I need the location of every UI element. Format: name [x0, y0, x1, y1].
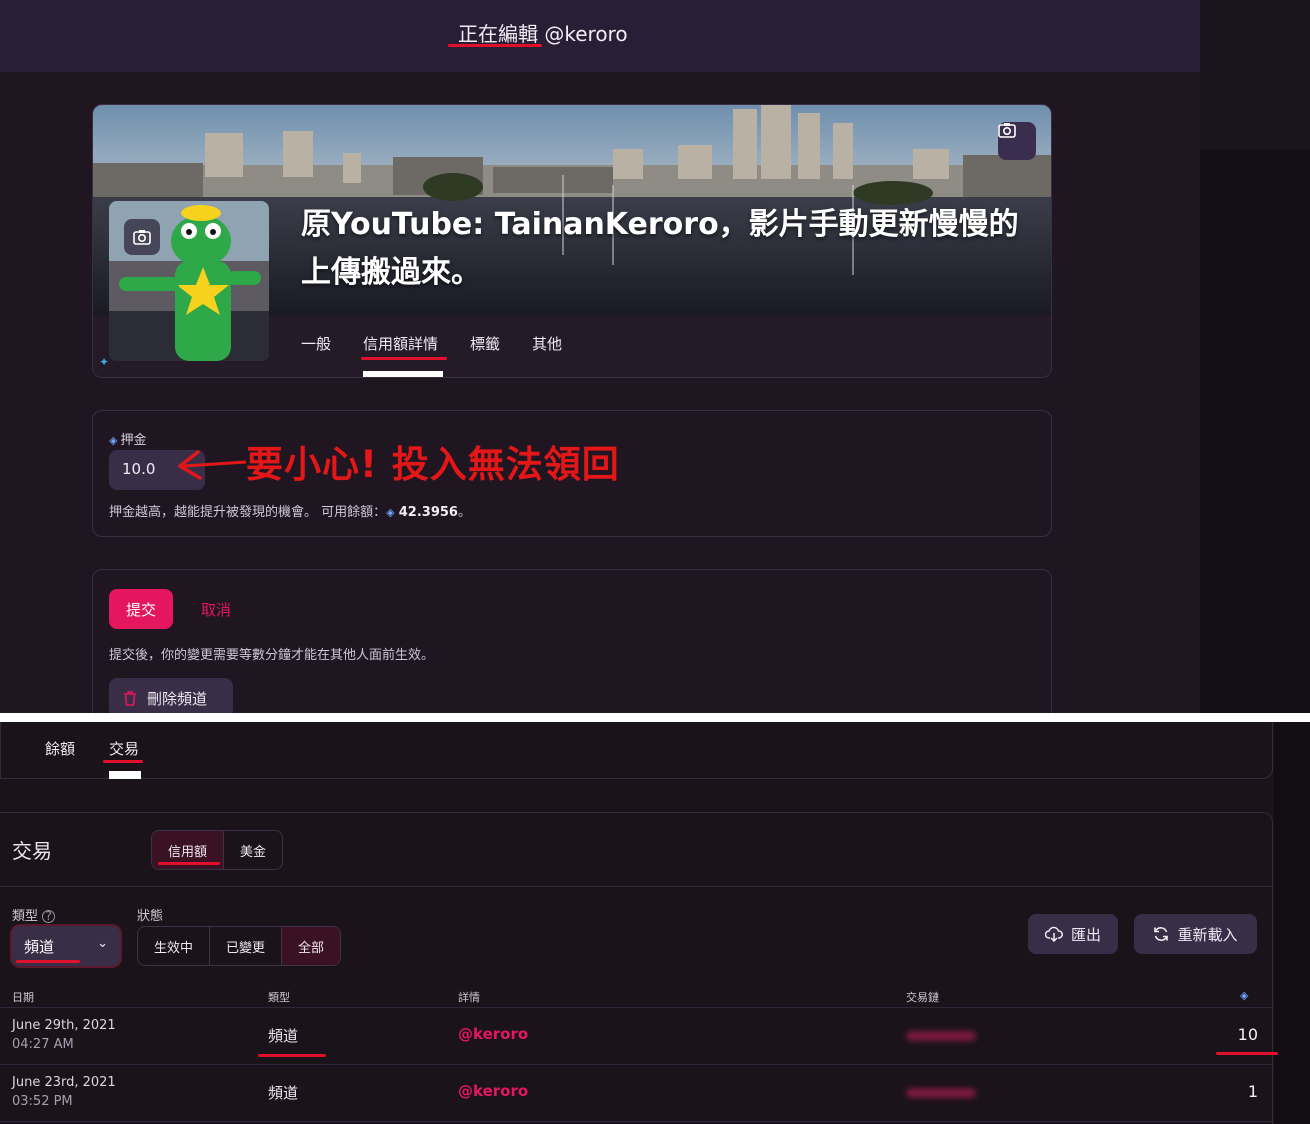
channel-title: 原YouTube: TainanKeroro，影片手動更新慢慢的上傳搬過來。: [301, 207, 1019, 290]
dimmed-area: [1200, 0, 1310, 713]
row-detail-link[interactable]: @keroro: [458, 1082, 528, 1100]
type-filter-label: 類型 ?: [12, 905, 56, 924]
lbc-icon: ◈: [109, 434, 118, 447]
active-tab-indicator: [109, 771, 141, 779]
screenshot-separator: [0, 713, 1310, 722]
transactions-card: 交易 信用額 美金 類型 ? 狀態 頻道 ⌄ 生效中 已變更 全部 匯出 重新載…: [0, 812, 1278, 1124]
annotation-underline: [103, 760, 143, 763]
refresh-icon: [1154, 927, 1169, 941]
status-toggle: 生效中 已變更 全部: [137, 926, 342, 966]
status-filter-label: 狀態: [137, 909, 164, 924]
reload-button[interactable]: 重新載入: [1134, 914, 1257, 954]
lbc-icon: ◈: [386, 506, 395, 519]
submit-button[interactable]: 提交: [109, 589, 173, 629]
annotation-underline: [258, 1054, 326, 1057]
annotation-arrow-icon: [178, 450, 247, 480]
cloud-download-icon: [1044, 926, 1063, 942]
column-chain: 交易鏈: [906, 991, 939, 1004]
channel-avatar: [109, 201, 269, 361]
column-type: 類型: [268, 991, 290, 1004]
wallet-screen: 餘額 交易 交易 信用額 美金 類型 ? 狀態 頻道 ⌄ 生效中 已變更 全部 …: [0, 722, 1310, 1124]
tab-balance[interactable]: 餘額: [45, 738, 75, 759]
deposit-label: ◈ 押金: [109, 433, 147, 448]
divider: [0, 886, 1273, 887]
tab-tags[interactable]: 標籤: [470, 333, 500, 373]
channel-handle: @keroro: [544, 22, 628, 46]
row-time: 03:52 PM: [12, 1094, 73, 1109]
row-time: 04:27 AM: [12, 1037, 74, 1052]
row-amount: 10: [1237, 1025, 1258, 1044]
row-chain-link[interactable]: [906, 1031, 976, 1041]
change-cover-button[interactable]: [998, 122, 1036, 160]
chevron-down-icon: ⌄: [97, 936, 108, 951]
row-type: 頻道: [268, 1027, 299, 1045]
row-date: June 29th, 2021: [12, 1018, 116, 1033]
warning-annotation: 要小心! 投入無法領回: [246, 443, 620, 486]
available-balance: 42.3956: [398, 505, 458, 520]
delete-channel-button[interactable]: 刪除頻道: [109, 678, 233, 713]
trash-icon: [124, 691, 136, 706]
sparkle-icon: ✦: [99, 355, 110, 369]
row-chain-link[interactable]: [906, 1088, 976, 1098]
divider: [0, 1064, 1273, 1065]
actions-card: 提交 取消 提交後，你的變更需要等數分鐘才能在其他人面前生效。 刪除頻道: [92, 569, 1052, 713]
status-changed-button[interactable]: 已變更: [210, 927, 283, 965]
transactions-heading: 交易: [12, 839, 52, 863]
channel-edit-screen: 正在編輯 @keroro 原YouTube: TainanKeroro，影片手動…: [0, 0, 1310, 713]
annotation-underline: [448, 44, 542, 47]
export-button[interactable]: 匯出: [1028, 914, 1118, 954]
top-bar: 正在編輯 @keroro: [0, 0, 1200, 72]
lbc-icon: ◈: [1240, 989, 1249, 1002]
dimmed-area: [1274, 722, 1310, 1124]
cancel-button[interactable]: 取消: [201, 599, 231, 620]
camera-icon: [133, 230, 151, 245]
row-detail-link[interactable]: @keroro: [458, 1025, 528, 1043]
divider: [0, 1121, 1273, 1122]
change-avatar-button[interactable]: [124, 219, 160, 255]
page-title: 正在編輯 @keroro: [448, 18, 628, 47]
help-icon[interactable]: ?: [42, 910, 56, 923]
row-amount: 1: [1247, 1082, 1258, 1101]
currency-toggle: 信用額 美金: [151, 830, 284, 870]
tab-transactions[interactable]: 交易: [109, 738, 139, 759]
currency-usd-button[interactable]: 美金: [224, 831, 282, 869]
annotation-underline: [361, 357, 448, 360]
annotation-underline: [1216, 1052, 1278, 1055]
submit-note: 提交後，你的變更需要等數分鐘才能在其他人面前生效。: [109, 648, 435, 663]
deposit-help: 押金越高，越能提升被發現的機會。 可用餘額：◈ 42.3956。: [109, 505, 471, 520]
row-type: 頻道: [268, 1084, 299, 1102]
camera-icon: [998, 123, 1016, 138]
active-tab-indicator: [363, 371, 444, 377]
annotation-underline: [16, 960, 80, 963]
tab-other[interactable]: 其他: [532, 333, 562, 373]
divider: [0, 1007, 1273, 1008]
channel-tabs: 一般 信用額詳情 標籤 其他: [301, 333, 594, 377]
type-select[interactable]: 頻道 ⌄: [12, 926, 120, 966]
editing-prefix: 正在編輯: [458, 22, 538, 46]
annotation-underline: [158, 862, 220, 865]
channel-header-card: 原YouTube: TainanKeroro，影片手動更新慢慢的上傳搬過來。 ✦: [92, 104, 1052, 378]
column-date: 日期: [12, 991, 34, 1004]
tab-general[interactable]: 一般: [301, 333, 331, 373]
column-details: 詳情: [458, 991, 480, 1004]
status-active-button[interactable]: 生效中: [138, 927, 211, 965]
currency-credits-button[interactable]: 信用額: [152, 831, 225, 869]
wallet-tabs: 餘額 交易: [0, 722, 1273, 779]
status-all-button[interactable]: 全部: [282, 927, 341, 965]
row-date: June 23rd, 2021: [12, 1075, 116, 1090]
tab-credit-details[interactable]: 信用額詳情: [361, 333, 448, 377]
